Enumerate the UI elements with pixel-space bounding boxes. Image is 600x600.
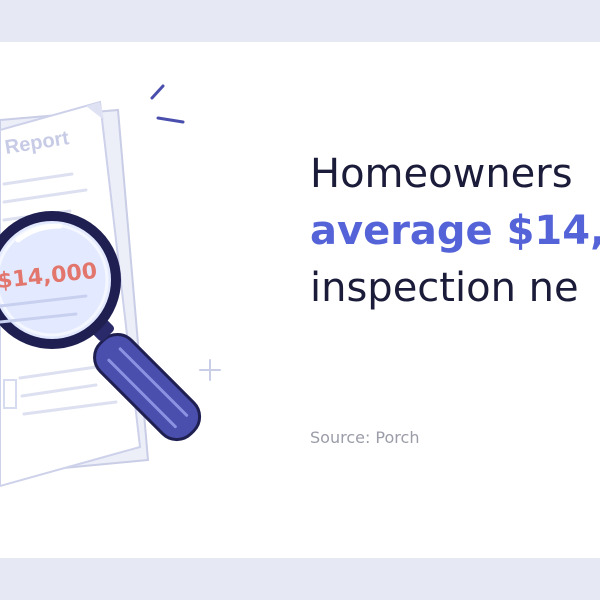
plus-decoration [199,359,221,381]
headline-line-3: inspection ne [310,265,579,311]
sparkle-lines [150,84,185,124]
report-magnifier-illustration: Report $14,000 [0,84,221,488]
source-caption: Source: Porch [310,428,420,447]
headline-line-2: average $14,0 [310,208,600,254]
headline: Homeowners average $14,0 inspection ne [310,146,600,317]
content-card: Report $14,000 Homeowners average $14 in… [0,42,600,558]
headline-line-1: Homeowners [310,151,573,197]
